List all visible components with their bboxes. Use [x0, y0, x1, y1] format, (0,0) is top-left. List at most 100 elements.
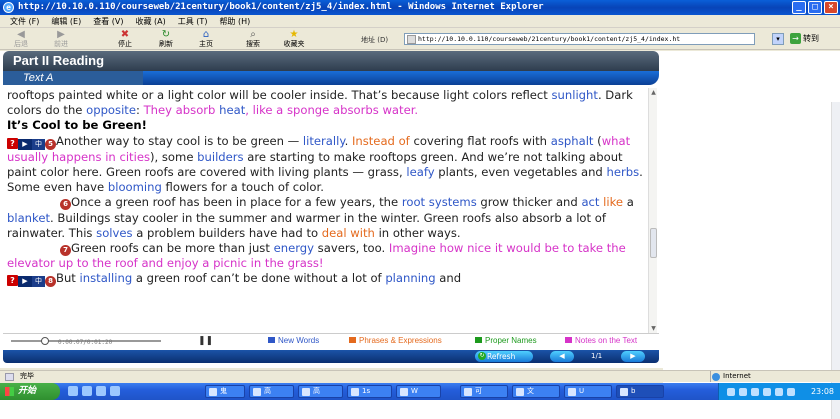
taskbar-item[interactable]: 鬼 — [205, 385, 245, 398]
menu-help[interactable]: 帮助 (H) — [219, 15, 250, 27]
taskbar-item[interactable]: 高 — [298, 385, 343, 398]
phrase-like[interactable]: like — [603, 195, 623, 209]
tray-icon[interactable] — [763, 388, 771, 396]
note-like-a-sponge[interactable]: , like a sponge absorbs water. — [245, 103, 418, 117]
refresh-button[interactable]: ↻ 刷新 — [151, 29, 181, 49]
play-icon[interactable]: ▶ — [18, 138, 32, 150]
translate-icon[interactable]: 中 — [32, 138, 45, 150]
scroll-thumb[interactable] — [650, 228, 657, 258]
favorites-button[interactable]: ★ 收藏夹 — [276, 29, 312, 49]
new-word-opposite[interactable]: opposite — [86, 103, 136, 117]
legend-notes: Notes on the Text — [565, 336, 637, 346]
new-word-solves[interactable]: solves — [96, 226, 132, 240]
new-word-act[interactable]: act — [581, 195, 599, 209]
paragraph-6: 6 Once a green roof has been in place for… — [7, 195, 634, 240]
new-word-blooming[interactable]: blooming — [108, 180, 162, 194]
windows-flag-icon — [5, 387, 14, 396]
taskbar-item[interactable]: U — [564, 385, 612, 398]
taskbar-item[interactable]: 可 — [460, 385, 508, 398]
stop-button[interactable]: ✖ 停止 — [110, 29, 140, 49]
phrase-deal-with[interactable]: deal with — [322, 226, 375, 240]
address-value: http://10.10.0.110/courseweb/21century/b… — [418, 35, 681, 43]
new-word-planning[interactable]: planning — [385, 271, 435, 285]
back-arrow-icon: ◀ — [17, 29, 25, 40]
taskbar-item[interactable]: 高 — [249, 385, 294, 398]
new-word-asphalt[interactable]: asphalt — [551, 134, 594, 148]
tray-icon[interactable] — [727, 388, 735, 396]
question-icon[interactable]: ? — [7, 275, 18, 287]
new-word-leafy[interactable]: leafy — [406, 165, 434, 179]
lesson-refresh-button[interactable]: ↻ Refresh — [475, 351, 533, 362]
new-word-root-systems[interactable]: root systems — [402, 195, 477, 209]
scroll-down-arrow-icon[interactable]: ▼ — [649, 324, 658, 333]
menu-tools[interactable]: 工具 (T) — [178, 15, 208, 27]
home-button[interactable]: ⌂ 主页 — [191, 29, 221, 49]
new-word-literally[interactable]: literally — [303, 134, 345, 148]
paragraph-number-badge: 8 — [45, 276, 56, 288]
taskbar-item[interactable]: 1s — [347, 385, 392, 398]
quicklaunch-icon[interactable] — [96, 386, 106, 396]
go-arrow-icon: → — [790, 33, 801, 44]
play-icon[interactable]: ▶ — [18, 276, 32, 288]
tray-icon[interactable] — [751, 388, 759, 396]
paragraph-8-controls: ? ▶ 中 8 — [7, 272, 56, 288]
address-dropdown-button[interactable]: ▾ — [772, 33, 784, 45]
lesson-nav-bar: ↻ Refresh ◀ 1/1 ▶ — [3, 350, 659, 363]
menu-favorites[interactable]: 收藏 (A) — [136, 15, 166, 27]
tray-icon[interactable] — [787, 388, 795, 396]
phrase-instead-of[interactable]: Instead of — [352, 134, 410, 148]
new-word-energy[interactable]: energy — [274, 241, 314, 255]
legend-phrases: Phrases & Expressions — [349, 336, 442, 346]
translate-icon[interactable]: 中 — [32, 276, 45, 288]
stop-icon: ✖ — [120, 29, 130, 40]
new-word-installing[interactable]: installing — [80, 271, 133, 285]
quicklaunch-icon[interactable] — [68, 386, 78, 396]
next-page-button[interactable]: ▶ — [621, 351, 645, 362]
prev-page-button[interactable]: ◀ — [550, 351, 574, 362]
menu-file[interactable]: 文件 (F) — [10, 15, 39, 27]
new-word-heat[interactable]: heat — [219, 103, 245, 117]
menu-edit[interactable]: 编辑 (E) — [51, 15, 81, 27]
address-field[interactable]: http://10.10.0.110/courseweb/21century/b… — [404, 33, 755, 45]
menu-view[interactable]: 查看 (V) — [93, 15, 123, 27]
close-button[interactable]: × — [824, 1, 838, 14]
paragraph-8: ? ▶ 中 8 But installing a green roof can’t be… — [7, 271, 647, 288]
taskbar: 开始 鬼 高 高 1s W 可 文 U b 23:08 — [0, 383, 840, 400]
taskbar-item-active[interactable]: b — [616, 385, 664, 398]
note-they-absorb[interactable]: They absorb — [144, 103, 216, 117]
start-button[interactable]: 开始 — [0, 383, 60, 400]
audio-progress-knob[interactable] — [41, 337, 49, 345]
new-word-sunlight[interactable]: sunlight — [552, 88, 598, 102]
audio-time: 0:00.07/0:01:20 — [58, 339, 113, 346]
page-indicator: 1/1 — [591, 352, 603, 360]
search-icon: ⌕ — [250, 29, 256, 40]
section-title: Text A — [23, 72, 54, 84]
search-button[interactable]: ⌕ 搜索 — [238, 29, 268, 49]
tray-icon[interactable] — [775, 388, 783, 396]
paragraph-number-badge: 5 — [45, 138, 56, 150]
paragraph-7: 7 Green roofs can be more than just energ… — [7, 241, 626, 271]
back-button[interactable]: ◀ 后退 — [6, 29, 36, 49]
forward-button[interactable]: ▶ 前进 — [46, 29, 76, 49]
star-icon: ★ — [289, 29, 299, 40]
refresh-icon: ↻ — [478, 352, 486, 360]
tray-icon[interactable] — [739, 388, 747, 396]
go-button[interactable]: → 转到 — [790, 33, 819, 45]
question-icon[interactable]: ? — [7, 137, 18, 149]
maximize-button[interactable]: □ — [808, 1, 822, 14]
reading-scrollbar[interactable]: ▲ ▼ — [648, 88, 657, 333]
new-word-blanket[interactable]: blanket — [7, 211, 50, 225]
pause-icon[interactable]: ❚❚ — [198, 336, 213, 346]
new-word-herbs[interactable]: herbs — [606, 165, 639, 179]
address-label: 地址 (D) — [361, 36, 389, 44]
taskbar-item[interactable]: W — [396, 385, 441, 398]
scroll-up-arrow-icon[interactable]: ▲ — [649, 88, 658, 97]
quicklaunch-icon[interactable] — [82, 386, 92, 396]
legend-new-words: New Words — [268, 336, 319, 346]
new-word-builders[interactable]: builders — [197, 150, 243, 164]
menu-bar: 文件 (F) 编辑 (E) 查看 (V) 收藏 (A) 工具 (T) 帮助 (H… — [0, 15, 840, 28]
taskbar-item[interactable]: 文 — [512, 385, 560, 398]
quicklaunch-icon[interactable] — [110, 386, 120, 396]
legend-proper-names: Proper Names — [475, 336, 537, 346]
minimize-button[interactable]: _ — [792, 1, 806, 14]
